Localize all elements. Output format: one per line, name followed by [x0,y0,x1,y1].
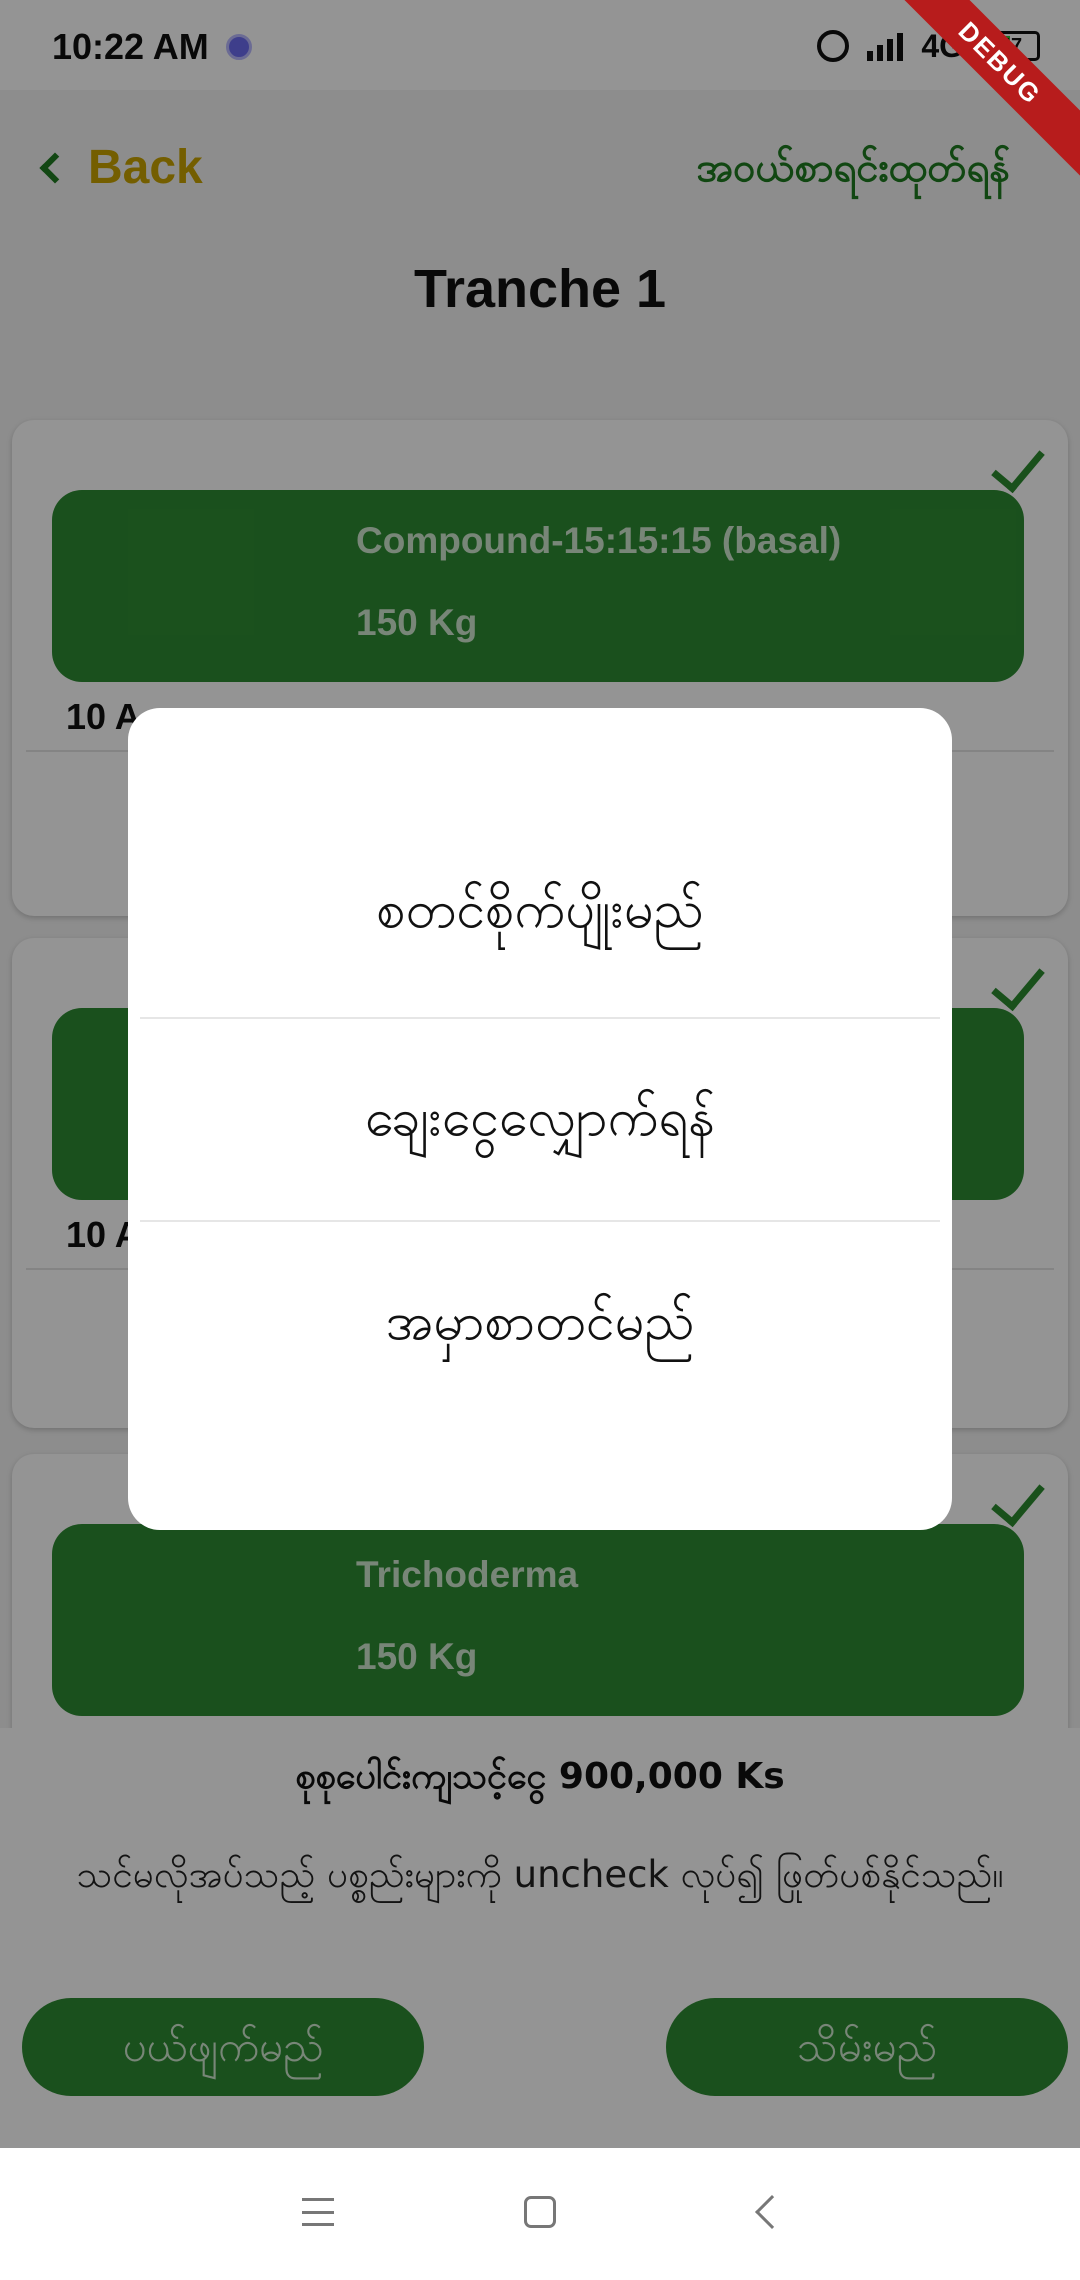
option-apply-loan[interactable]: ချေးငွေလျှောက်ရန် [128,1016,952,1220]
option-start-cultivation[interactable]: စတင်စိုက်ပျိုးမည် [128,808,952,1012]
system-nav-bar [0,2148,1080,2280]
back-icon[interactable] [755,2195,789,2229]
option-place-order[interactable]: အမှာစာတင်မည် [128,1220,952,1424]
action-dialog: စတင်စိုက်ပျိုးမည် ချေးငွေလျှောက်ရန် အမှာ… [128,708,952,1530]
menu-icon[interactable] [302,2198,334,2226]
home-icon[interactable] [524,2196,556,2228]
